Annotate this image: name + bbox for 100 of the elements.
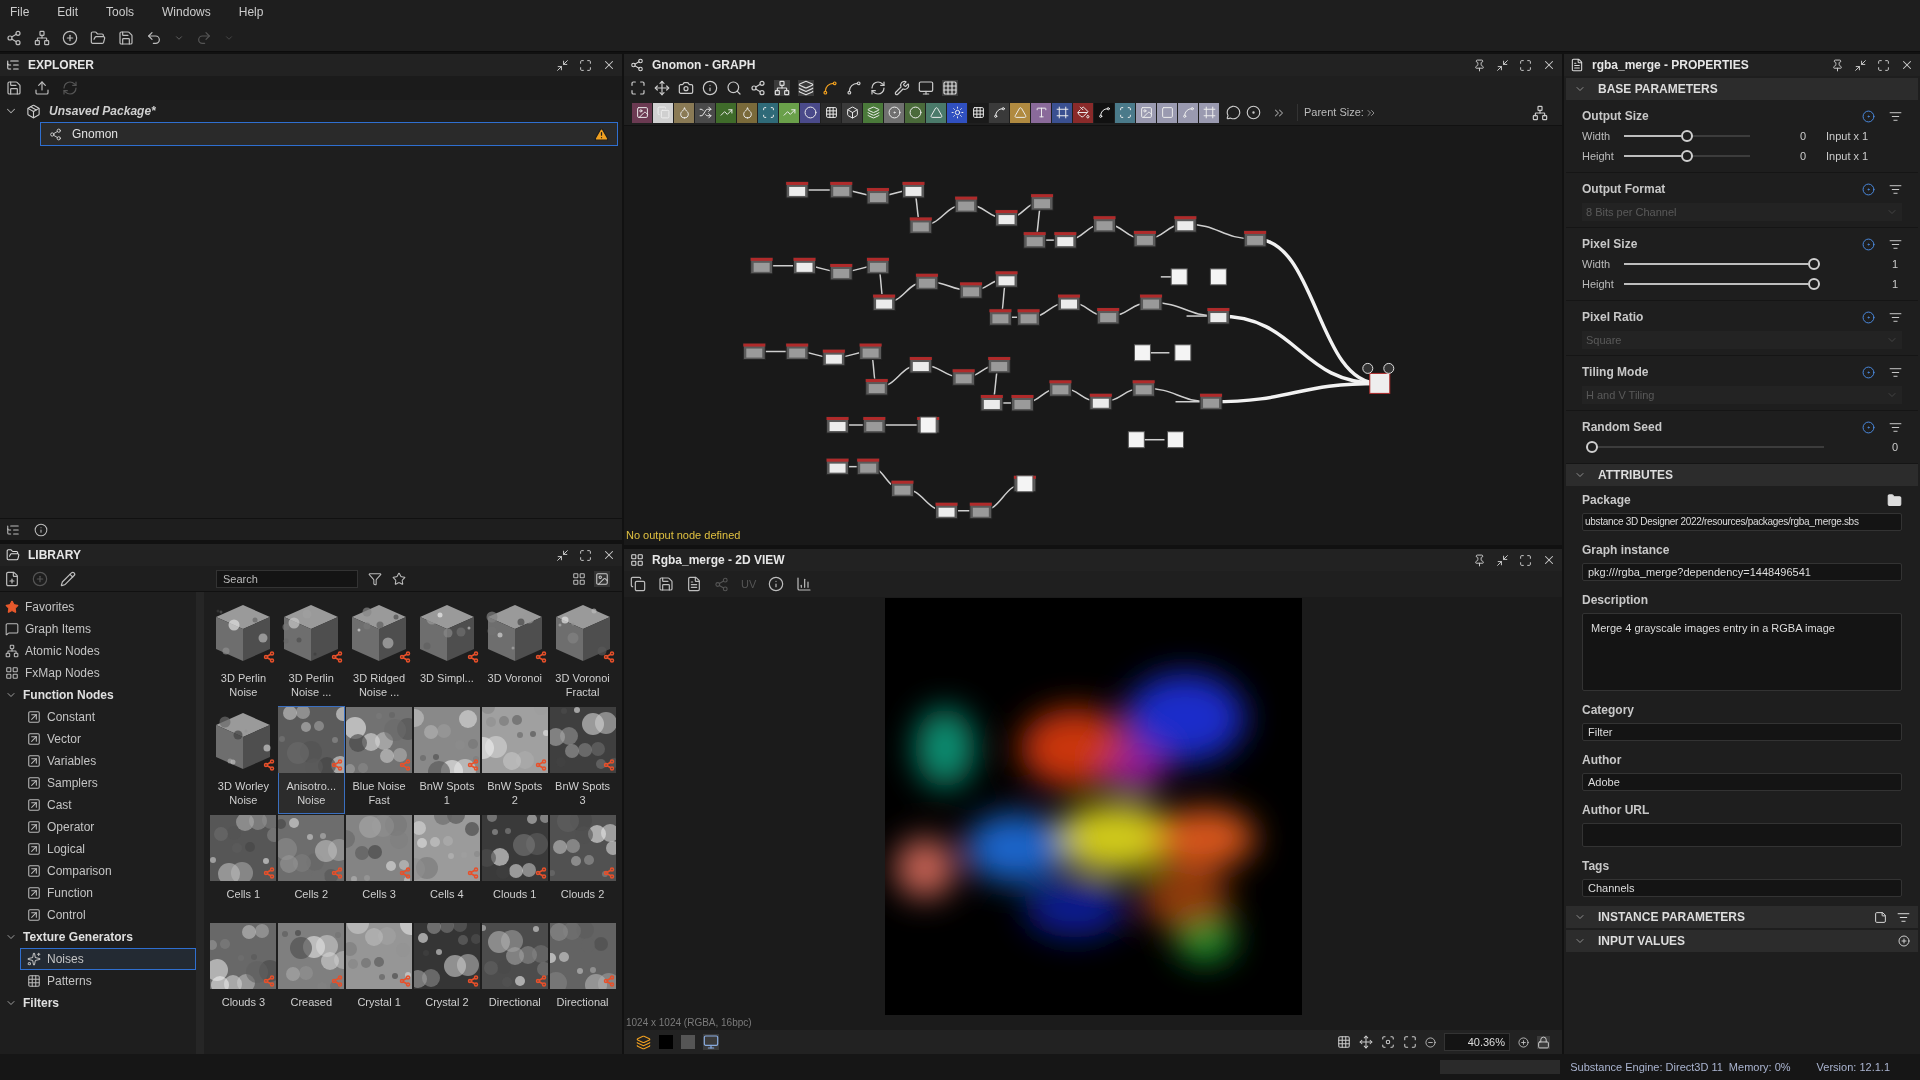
library-item[interactable]: 3D Perlin Noise ... [277, 598, 345, 706]
library-item[interactable]: Cells 2 [277, 814, 345, 922]
item-label: Crystal 2 [424, 995, 470, 1009]
category-item[interactable]: Comparison [20, 860, 196, 882]
item-label: 3D Perlin Noise ... [287, 671, 335, 699]
item-label: 3D Perlin Noise [219, 671, 268, 699]
library-item[interactable]: BnW Spots 1 [413, 706, 481, 814]
panel-title: rgba_merge - PROPERTIES [1592, 57, 1749, 74]
param-label: Random Seed [1582, 419, 1662, 436]
category-item[interactable]: Variables [20, 750, 196, 772]
library-item[interactable]: Creased [277, 922, 345, 1030]
menu-item[interactable]: Edit [57, 3, 79, 21]
library-item[interactable]: Cells 1 [210, 814, 277, 922]
library-item[interactable]: BnW Spots 3 [549, 706, 616, 814]
version-status: Version: 12.1.1 [1816, 1059, 1890, 1075]
text-field[interactable]: Filter [1582, 723, 1902, 741]
item-label: Cells 2 [293, 887, 330, 901]
zoom-field[interactable]: 40.36% [1444, 1033, 1510, 1051]
category-item[interactable]: Vector [20, 728, 196, 750]
item-label: BnW Spots 2 [486, 779, 544, 807]
text-field[interactable]: Adobe [1582, 773, 1902, 791]
status-message: No output node defined [626, 527, 742, 543]
tree-item[interactable]: Gnomon [40, 122, 618, 146]
menu-item[interactable]: Windows [162, 3, 211, 21]
library-item[interactable]: 3D Simpl... [413, 598, 481, 706]
parent-size-dropdown[interactable]: Parent Size: [1297, 104, 1364, 121]
param-label: Output Format [1582, 181, 1666, 198]
library-item[interactable]: Directional [549, 922, 616, 1030]
library-item[interactable]: Anisotro... Noise [277, 706, 345, 814]
library-item[interactable]: 3D Perlin Noise [210, 598, 277, 706]
library-item[interactable]: Clouds 1 [481, 814, 549, 922]
item-label: Cells 3 [361, 887, 397, 901]
text-field[interactable]: pkg:///rgba_merge?dependency=1448496541 [1582, 563, 1902, 581]
library-item[interactable]: Blue Noise Fast [345, 706, 413, 814]
slider-value: 0 [1798, 148, 1807, 164]
category-item[interactable]: Graph Items [0, 618, 196, 640]
category-item[interactable]: Noises [20, 948, 196, 970]
text-field[interactable]: ubstance 3D Designer 2022/resources/packages/rgba_merge.sbs [1582, 513, 1902, 531]
item-label: 3D Worley Noise [216, 779, 270, 807]
search-field[interactable]: Search [216, 569, 358, 588]
item-label: BnW Spots 3 [554, 779, 612, 807]
library-item[interactable]: Directional [481, 922, 549, 1030]
item-label: 3D Voronoi Fractal [554, 671, 611, 699]
category-item[interactable]: Control [20, 904, 196, 926]
library-item[interactable]: Crystal 2 [413, 922, 481, 1030]
item-label: Creased [289, 995, 333, 1009]
menu-item[interactable]: Help [238, 3, 264, 21]
size-mode[interactable]: Input x 1 [1826, 147, 1869, 165]
field-label: Description [1582, 592, 1648, 609]
category-item[interactable]: Logical [20, 838, 196, 860]
section-header[interactable]: BASE PARAMETERS [1566, 78, 1918, 100]
slider-value: 0 [1890, 439, 1899, 455]
item-label: Anisotro... Noise [285, 779, 337, 807]
item-label: Clouds 1 [492, 887, 538, 901]
category-header[interactable]: Function Nodes [0, 684, 196, 706]
library-item[interactable]: BnW Spots 2 [481, 706, 549, 814]
slider-value: 1 [1890, 256, 1899, 272]
category-item[interactable]: Atomic Nodes [0, 640, 196, 662]
library-item[interactable]: Clouds 3 [210, 922, 277, 1030]
slider-label: Height [1582, 276, 1615, 292]
category-item[interactable]: Samplers [20, 772, 196, 794]
description-field[interactable]: Merge 4 grayscale images entry in a RGBA image [1582, 613, 1902, 691]
panel-title: Rgba_merge - 2D VIEW [652, 552, 785, 569]
panel-title: LIBRARY [28, 547, 81, 564]
tree-item[interactable]: Unsaved Package* [0, 100, 622, 122]
section-header[interactable]: ATTRIBUTES [1566, 464, 1918, 486]
item-label: Cells 4 [429, 887, 465, 901]
slider-label: Width [1582, 128, 1612, 144]
category-item[interactable]: FxMap Nodes [0, 662, 196, 684]
param-label: Pixel Ratio [1582, 309, 1644, 326]
item-label: Cells 1 [225, 887, 262, 901]
text-field[interactable]: Channels [1582, 879, 1902, 897]
category-item[interactable]: Operator [20, 816, 196, 838]
library-item[interactable]: 3D Worley Noise [210, 706, 277, 814]
category-item[interactable]: Constant [20, 706, 196, 728]
library-item[interactable]: 3D Voronoi [481, 598, 549, 706]
category-item[interactable]: Favorites [0, 596, 196, 618]
library-item[interactable]: Cells 4 [413, 814, 481, 922]
field-label: Package [1582, 492, 1631, 509]
library-item[interactable]: 3D Ridged Noise ... [345, 598, 413, 706]
library-item[interactable]: 3D Voronoi Fractal [549, 598, 616, 706]
param-label: Output Size [1582, 108, 1649, 125]
item-label: 3D Voronoi [486, 671, 543, 685]
library-item[interactable]: Crystal 1 [345, 922, 413, 1030]
menu-item[interactable]: File [10, 3, 30, 21]
item-label: BnW Spots 1 [418, 779, 476, 807]
library-item[interactable]: Clouds 2 [549, 814, 616, 922]
category-item[interactable]: Patterns [20, 970, 196, 992]
category-header[interactable]: Filters [0, 992, 196, 1014]
category-item[interactable]: Cast [20, 794, 196, 816]
slider-value: 1 [1890, 276, 1899, 292]
category-item[interactable]: Function [20, 882, 196, 904]
item-label: Directional [487, 995, 542, 1009]
engine-status: Substance Engine: Direct3D 11 [1570, 1059, 1723, 1075]
menu-item[interactable]: Tools [106, 3, 135, 21]
panel-title: EXPLORER [28, 57, 94, 74]
category-header[interactable]: Texture Generators [0, 926, 196, 948]
library-item[interactable]: Cells 3 [345, 814, 413, 922]
size-mode[interactable]: Input x 1 [1826, 127, 1869, 145]
section-header[interactable]: INSTANCE PARAMETERS [1566, 906, 1918, 928]
